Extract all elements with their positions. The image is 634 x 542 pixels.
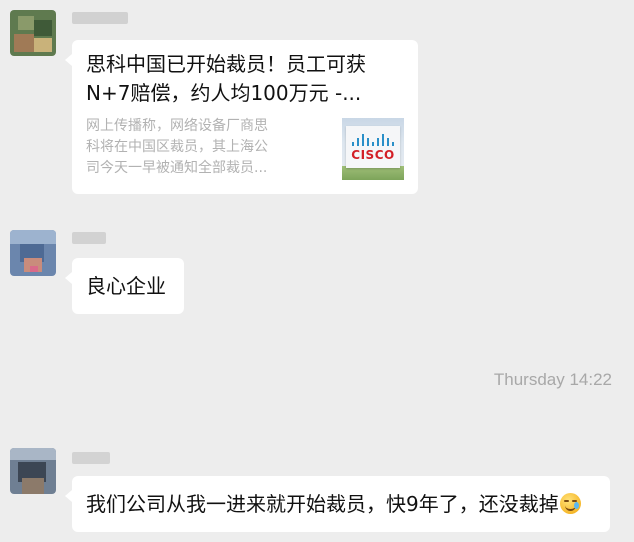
link-card-thumbnail: CISCO [342, 118, 404, 180]
message-text: 良心企业 [86, 274, 166, 298]
thumbnail-grass [342, 166, 404, 180]
cisco-logo-text: CISCO [351, 148, 395, 162]
link-card-title: 思科中国已开始裁员！员工可获 N+7赔偿，约人均100万元 -... [86, 52, 366, 105]
chat-window: 思科中国已开始裁员！员工可获 N+7赔偿，约人均100万元 -... 网上传播称… [0, 0, 634, 542]
bubble-tail [65, 54, 72, 66]
cisco-logo-icon [352, 132, 394, 146]
message-text-content: 我们公司从我一进来就开始裁员，快9年了，还没裁掉 [86, 492, 559, 516]
bubble-tail [65, 490, 72, 502]
text-message[interactable]: 我们公司从我一进来就开始裁员，快9年了，还没裁掉 [65, 476, 610, 532]
avatar[interactable] [10, 10, 56, 56]
link-card-description: 网上传播称，网络设备厂商思 科将在中国区裁员，其上海公 司今天一早被通知全部裁员… [86, 118, 268, 176]
sender-name-blurred [72, 452, 110, 464]
link-card-message[interactable]: 思科中国已开始裁员！员工可获 N+7赔偿，约人均100万元 -... 网上传播称… [65, 40, 418, 194]
sender-name-blurred [72, 12, 128, 24]
crying-laughing-emoji-icon [559, 493, 581, 514]
avatar[interactable] [10, 448, 56, 494]
cisco-sign: CISCO [346, 126, 400, 168]
sender-name-blurred [72, 232, 106, 244]
message-text: 我们公司从我一进来就开始裁员，快9年了，还没裁掉 [86, 490, 581, 518]
message-timestamp: Thursday 14:22 [493, 370, 612, 389]
bubble-tail [65, 272, 72, 284]
avatar[interactable] [10, 230, 56, 276]
text-message[interactable]: 良心企业 [65, 258, 184, 314]
